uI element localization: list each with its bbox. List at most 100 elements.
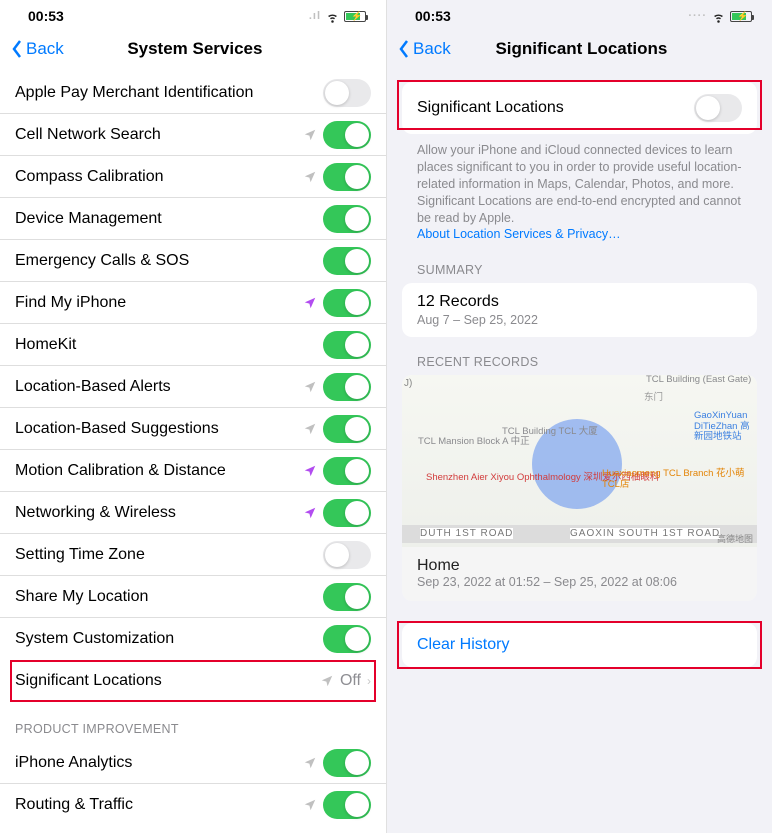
clock: 00:53 (28, 8, 64, 24)
list-item[interactable]: System Customization (0, 618, 386, 660)
list-item-label: Emergency Calls & SOS (15, 252, 323, 270)
recent-record-card[interactable]: J) GAOXIN SOUTH 1ST ROAD DUTH 1ST ROAD T… (402, 375, 757, 601)
location-arrow-icon (303, 798, 317, 812)
nav-bar: Back System Services (0, 28, 386, 72)
list-item-label: Motion Calibration & Distance (15, 462, 303, 480)
location-arrow-icon (303, 756, 317, 770)
toggle-switch[interactable] (323, 247, 371, 275)
sigloc-toggle-block: Significant Locations (402, 82, 757, 134)
location-arrow-icon (303, 128, 317, 142)
record-name: Home (417, 557, 742, 575)
wifi-icon (711, 9, 726, 24)
location-arrow-icon (303, 506, 317, 520)
summary-block[interactable]: 12 Records Aug 7 – Sep 25, 2022 (402, 283, 757, 337)
list-item[interactable]: Find My iPhone (0, 282, 386, 324)
toggle-switch[interactable] (323, 457, 371, 485)
toggle-switch[interactable] (323, 79, 371, 107)
page-title: System Services (14, 39, 376, 59)
road-label: GAOXIN SOUTH 1ST ROAD (570, 528, 720, 539)
list-item[interactable]: Location-Based Alerts (0, 366, 386, 408)
cell-signal-icon: .ıl (309, 10, 321, 22)
toggle-switch[interactable] (323, 373, 371, 401)
status-icons: .ıl ⚡ (309, 9, 366, 24)
sigloc-toggle[interactable] (694, 94, 742, 122)
map-preview: J) GAOXIN SOUTH 1ST ROAD DUTH 1ST ROAD T… (402, 375, 757, 547)
section-header-recent: RECENT RECORDS (387, 337, 772, 375)
poi-huaxiaomeng: Huaxiaomeng TCL Branch 花小萌 TCL店 (602, 469, 757, 490)
nav-bar: Back Significant Locations (387, 28, 772, 72)
list-item[interactable]: Setting Time Zone (0, 534, 386, 576)
page-title: Significant Locations (401, 39, 762, 59)
list-item[interactable]: Emergency Calls & SOS (0, 240, 386, 282)
list-item[interactable]: Routing & Traffic (0, 784, 386, 826)
status-icons: ···· ⚡ (688, 9, 752, 24)
right-phone: 00:53 ···· ⚡ Back Significant Locations … (386, 0, 772, 833)
list-item-label: Routing & Traffic (15, 796, 303, 814)
list-item[interactable]: Location-Based Suggestions (0, 408, 386, 450)
toggle-switch[interactable] (323, 205, 371, 233)
sigloc-label: Significant Locations (15, 672, 320, 690)
road-label-2: DUTH 1ST ROAD (420, 528, 513, 539)
list-item[interactable]: Share My Location (0, 576, 386, 618)
summary-range: Aug 7 – Sep 25, 2022 (417, 313, 538, 327)
list-item-label: Find My iPhone (15, 294, 303, 312)
section-header-improvement: PRODUCT IMPROVEMENT (0, 702, 386, 742)
toggle-switch[interactable] (323, 121, 371, 149)
left-phone: 00:53 .ıl ⚡ Back System Services Apple P… (0, 0, 386, 833)
list-item[interactable]: Device Management (0, 198, 386, 240)
sigloc-description: Allow your iPhone and iCloud connected d… (387, 134, 772, 245)
toggle-switch[interactable] (323, 499, 371, 527)
list-item[interactable]: Motion Calibration & Distance (0, 450, 386, 492)
toggle-switch[interactable] (323, 331, 371, 359)
list-item-label: Device Management (15, 210, 323, 228)
location-arrow-icon (303, 464, 317, 478)
list-item-label: HomeKit (15, 336, 323, 354)
toggle-switch[interactable] (323, 791, 371, 819)
toggle-switch[interactable] (323, 583, 371, 611)
sigloc-toggle-label: Significant Locations (417, 99, 564, 117)
list-item-label: iPhone Analytics (15, 754, 303, 772)
list-item[interactable]: Networking & Wireless (0, 492, 386, 534)
toggle-switch[interactable] (323, 625, 371, 653)
toggle-switch[interactable] (323, 415, 371, 443)
location-arrow-icon (303, 296, 317, 310)
chevron-right-icon: › (367, 674, 371, 688)
list-item[interactable]: Apple Pay Merchant Identification (0, 72, 386, 114)
location-arrow-icon (303, 422, 317, 436)
toggle-switch[interactable] (323, 541, 371, 569)
list-item[interactable]: iPhone Analytics (0, 742, 386, 784)
list-item-label: Networking & Wireless (15, 504, 303, 522)
summary-count: 12 Records (417, 293, 499, 311)
significant-locations-row[interactable]: Significant Locations Off › (0, 660, 386, 702)
improvement-list: iPhone Analytics Routing & Traffic (0, 742, 386, 826)
list-item-label: Location-Based Alerts (15, 378, 303, 396)
location-arrow-icon (320, 674, 334, 688)
list-item-label: Location-Based Suggestions (15, 420, 303, 438)
clock: 00:53 (415, 8, 451, 24)
services-list: Apple Pay Merchant Identification Cell Ne… (0, 72, 386, 660)
battery-icon: ⚡ (344, 11, 366, 22)
clear-history-button[interactable]: Clear History (402, 623, 757, 667)
list-item-label: Apple Pay Merchant Identification (15, 84, 323, 102)
privacy-link[interactable]: About Location Services & Privacy… (417, 227, 621, 241)
list-item-label: Compass Calibration (15, 168, 303, 186)
battery-icon: ⚡ (730, 11, 752, 22)
list-item[interactable]: Cell Network Search (0, 114, 386, 156)
poi-tcl-building: TCL Building TCL 大厦 (502, 427, 598, 437)
sigloc-value: Off (340, 672, 361, 690)
poi-tcl-mansion: TCL Mansion Block A 中正 (418, 437, 530, 447)
toggle-switch[interactable] (323, 163, 371, 191)
list-item-label: Share My Location (15, 588, 323, 606)
map-credit: 高德地图 (717, 532, 753, 545)
status-bar: 00:53 .ıl ⚡ (0, 0, 386, 28)
sigloc-toggle-row[interactable]: Significant Locations (402, 82, 757, 134)
list-item[interactable]: Compass Calibration (0, 156, 386, 198)
list-item[interactable]: HomeKit (0, 324, 386, 366)
location-arrow-icon (303, 170, 317, 184)
record-details: Home Sep 23, 2022 at 01:52 – Sep 25, 202… (402, 547, 757, 601)
toggle-switch[interactable] (323, 749, 371, 777)
toggle-switch[interactable] (323, 289, 371, 317)
poi-dongmen: 东门 (644, 393, 663, 403)
poi-gaoxin: GaoXinYuan DiTieZhan 高新园地铁站 (694, 411, 757, 442)
list-item-label: System Customization (15, 630, 323, 648)
